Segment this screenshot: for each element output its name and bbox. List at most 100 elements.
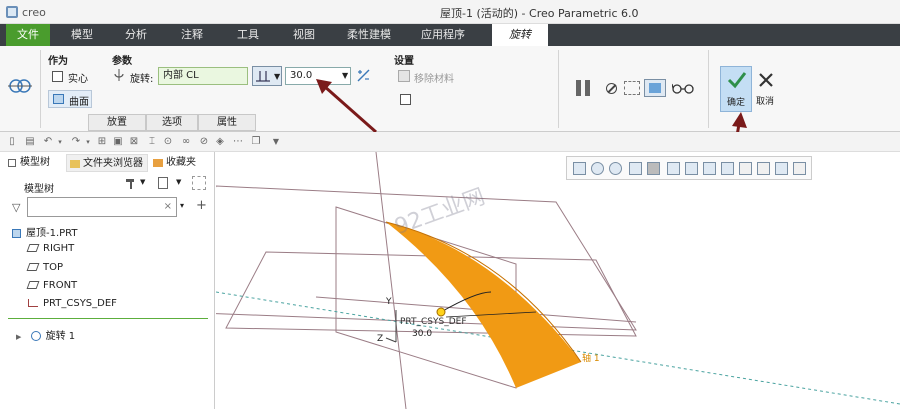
cancel-button[interactable]: 取消 (754, 66, 780, 112)
refit-icon[interactable] (573, 162, 586, 175)
tab-folder-browser[interactable]: 文件夹浏览器 (66, 154, 148, 172)
windows-icon[interactable]: ▣ (112, 136, 124, 148)
tab-analysis[interactable]: 分析 (112, 24, 160, 46)
section-icon[interactable] (721, 162, 734, 175)
tab-revolve[interactable]: 旋转 (492, 24, 548, 46)
show-dropdown-icon[interactable]: ▼ (176, 178, 181, 186)
show-icon[interactable] (158, 177, 168, 189)
tab-model[interactable]: 模型 (58, 24, 106, 46)
model-geometry (216, 152, 900, 409)
filter-layers-icon[interactable] (192, 176, 206, 190)
expand-icon[interactable]: ▶ (16, 333, 21, 341)
zoom-out-icon[interactable] (609, 162, 622, 175)
chevron-down-icon: ▼ (274, 72, 281, 81)
graphics-viewport[interactable]: Y Z PRT_CSYS_DEF 30.0 轴 1 92工业网 (216, 152, 900, 409)
close-icon (759, 73, 773, 87)
repaint-icon[interactable] (629, 162, 642, 175)
logo-text: creo (22, 5, 46, 19)
pause-icon[interactable] (576, 80, 592, 96)
feature-preview-icon (649, 83, 661, 93)
no-preview-icon[interactable] (606, 83, 617, 94)
tab-tools[interactable]: 工具 (224, 24, 272, 46)
surface-icon (53, 94, 64, 104)
view-manager-icon[interactable] (685, 162, 698, 175)
new-icon[interactable]: ▯ (6, 136, 18, 148)
remove-material-icon[interactable] (398, 70, 410, 82)
solid-icon[interactable] (52, 71, 63, 82)
zoom-in-icon[interactable] (591, 162, 604, 175)
checkmark-icon (727, 72, 747, 89)
fill-icon[interactable]: ◈ (214, 136, 226, 148)
tree-item-csys-label: PRT_CSYS_DEF (43, 298, 117, 309)
tree-item-part[interactable]: 屋顶-1.PRT (12, 224, 78, 239)
search-input[interactable]: × (27, 197, 177, 217)
tree-settings-dropdown-icon[interactable]: ▼ (140, 178, 145, 186)
axis-collector[interactable]: 内部 CL (158, 67, 248, 85)
surface-label: 曲面 (69, 97, 89, 108)
tree-item-revolve[interactable]: ▶ 旋转 1 (16, 327, 75, 342)
tab-file[interactable]: 文件 (6, 24, 50, 46)
tree-item-right[interactable]: RIGHT (26, 243, 74, 254)
confirm-button[interactable]: 确定 (720, 66, 752, 112)
clear-search-icon[interactable]: × (164, 201, 172, 212)
search-dropdown-icon[interactable]: ▾ (180, 201, 184, 210)
thicken-checkbox[interactable] (400, 94, 411, 105)
tab-favorites[interactable]: 收藏夹 (150, 154, 212, 172)
tree-item-front[interactable]: FRONT (26, 280, 77, 291)
tab-applications[interactable]: 应用程序 (410, 24, 476, 46)
verify-glasses-icon[interactable] (672, 82, 694, 94)
tab-view[interactable]: 视图 (280, 24, 328, 46)
rotate-axis-icon (114, 69, 124, 81)
saved-views-icon[interactable] (667, 162, 680, 175)
spin-center-icon[interactable]: ⊙ (162, 136, 174, 148)
feature-preview-button[interactable] (644, 79, 666, 97)
annotation-display-icon[interactable] (739, 162, 752, 175)
geometry-preview-icon[interactable] (624, 81, 640, 95)
copy-icon[interactable]: ❐ (250, 136, 262, 148)
link-icon[interactable]: ∞ (180, 136, 192, 148)
csys-icon (28, 299, 38, 307)
undo-dropdown-icon[interactable]: ▾ (54, 136, 66, 148)
axis-y-label: Y (386, 297, 392, 307)
annotation-arrow-icon (316, 79, 377, 134)
datum-plane-icon (26, 263, 40, 271)
spin-center-view-icon[interactable] (775, 162, 788, 175)
datum-plane-icon (26, 281, 40, 289)
filter-icon[interactable]: ▽ (12, 201, 20, 214)
dimension-icon[interactable]: ⌶ (146, 136, 158, 148)
tree-item-csys[interactable]: PRT_CSYS_DEF (28, 298, 117, 309)
remove-material-label: 移除材料 (414, 74, 454, 85)
close-window-icon[interactable]: ⊠ (128, 136, 140, 148)
simulation-icon[interactable] (793, 162, 806, 175)
tab-model-tree[interactable]: 模型树 (4, 154, 62, 172)
tab-options[interactable]: 选项 (146, 114, 198, 131)
tab-properties[interactable]: 属性 (198, 114, 256, 131)
tab-flexible-modeling[interactable]: 柔性建模 (336, 24, 402, 46)
menu-bar: 文件 模型 分析 注释 工具 视图 柔性建模 应用程序 旋转 (0, 24, 900, 46)
redo-icon[interactable]: ↷ (70, 136, 82, 148)
group-as-label: 作为 (48, 56, 68, 67)
tab-placement[interactable]: 放置 (88, 114, 146, 131)
regenerate-icon[interactable]: ⊞ (96, 136, 108, 148)
datum-display-icon[interactable] (757, 162, 770, 175)
tab-annotate[interactable]: 注释 (168, 24, 216, 46)
angle-dimension[interactable]: 30.0 (412, 329, 432, 339)
group-settings-label: 设置 (394, 56, 414, 67)
undo-icon[interactable]: ↶ (42, 136, 54, 148)
part-icon (12, 228, 21, 238)
perspective-icon[interactable] (703, 162, 716, 175)
display-style-icon[interactable] (647, 162, 660, 175)
surface-button[interactable]: 曲面 (48, 90, 92, 108)
save-icon[interactable]: ▤ (24, 136, 36, 148)
tree-item-top[interactable]: TOP (26, 262, 63, 273)
redo-dropdown-icon[interactable]: ▾ (82, 136, 94, 148)
add-filter-icon[interactable]: + (196, 198, 207, 213)
variable-angle-icon (256, 71, 270, 82)
hammer-icon[interactable] (124, 176, 138, 190)
insert-indicator (8, 318, 208, 319)
view-toolbar (566, 156, 812, 180)
measure-icon[interactable]: ⊘ (198, 136, 210, 148)
angle-type-dropdown[interactable]: ▼ (252, 66, 282, 86)
customize-dropdown-icon[interactable]: ▼ (270, 136, 282, 148)
pattern-icon[interactable]: ⋯ (232, 136, 244, 148)
